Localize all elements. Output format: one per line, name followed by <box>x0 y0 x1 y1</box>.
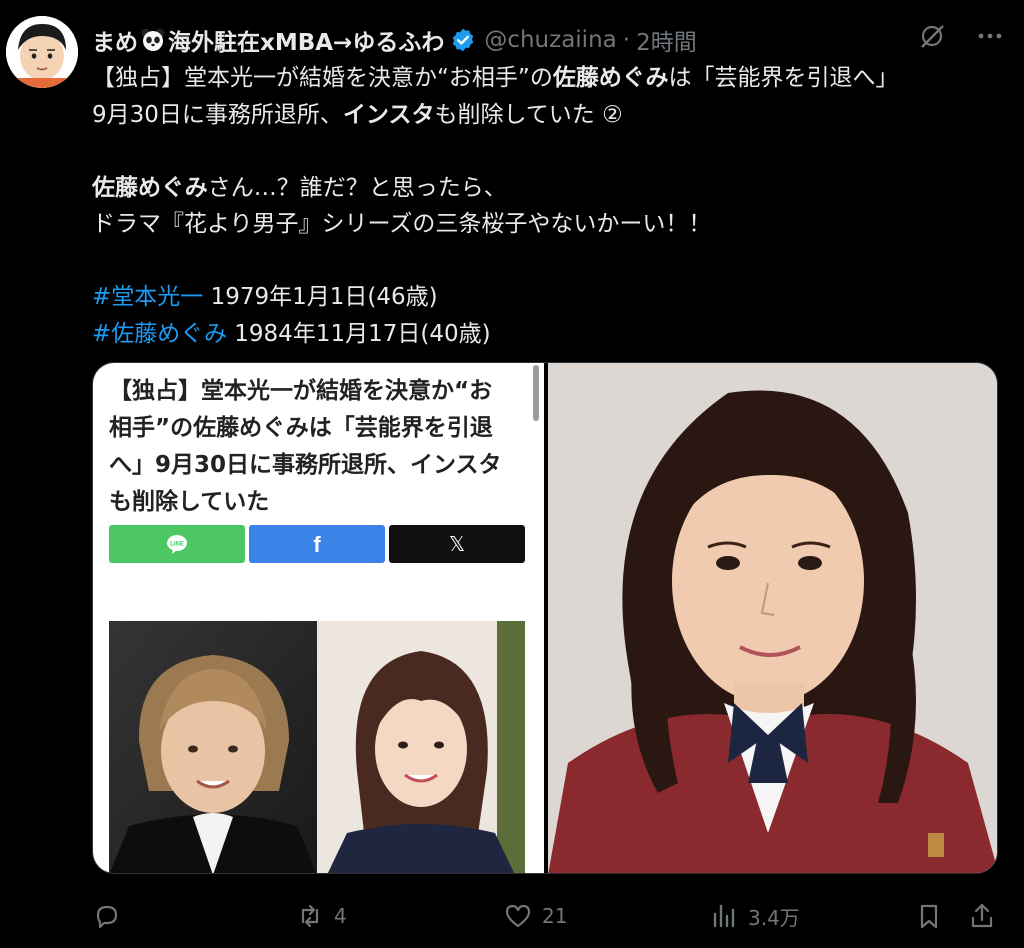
like-count: 21 <box>542 904 568 928</box>
text-segment: 【独占】堂本光一が結婚を決意か“お相手”の <box>92 65 553 91</box>
author-handle[interactable]: @chuzaiina <box>484 27 616 53</box>
tweet-header: まめ 海外駐在xMBA→ゆるふわ @chuzaiina · 2時間 <box>92 20 1004 60</box>
man-photo <box>109 621 317 873</box>
views-button[interactable]: 3.4万 <box>710 896 800 936</box>
author-name-part1[interactable]: まめ <box>92 23 138 57</box>
author-name-part2[interactable]: 海外駐在xMBA→ゆるふわ <box>168 23 444 57</box>
hashtag-link[interactable]: #佐藤めぐみ <box>92 321 227 347</box>
article-screenshot-image[interactable]: 【独占】堂本光一が結婚を決意か“お相手”の佐藤めぐみは「芸能界を引退へ」9月30… <box>93 363 544 873</box>
tweet-text-line: 9月30日に事務所退所、インスタも削除していた ② <box>92 97 1012 134</box>
tweet-actions: 4 21 3.4万 <box>92 896 1012 936</box>
tweet-text-line: 【独占】堂本光一が結婚を決意か“お相手”の佐藤めぐみは「芸能界を引退へ」 <box>92 60 1012 97</box>
repost-button[interactable]: 4 <box>296 896 347 936</box>
repost-icon <box>301 904 319 928</box>
woman-photo <box>317 621 525 873</box>
bookmark-button[interactable] <box>915 896 943 936</box>
view-count: 3.4万 <box>748 905 800 930</box>
actress-portrait-image[interactable] <box>548 363 997 873</box>
scrollbar <box>533 365 539 421</box>
share-button[interactable] <box>968 896 996 936</box>
views-icon <box>713 904 735 928</box>
line-share-button: LINE <box>109 525 245 563</box>
x-share-button: 𝕏 <box>389 525 525 563</box>
text-segment: 1979年1月1日(46歳) <box>203 284 438 310</box>
tweet-text-line: 佐藤めぐみさん…？誰だ？と思ったら、 <box>92 170 1012 207</box>
tweet-text-line: #佐藤めぐみ 1984年11月17日(40歳) <box>92 316 1012 353</box>
article-title: 【独占】堂本光一が結婚を決意か“お相手”の佐藤めぐみは「芸能界を引退へ」9月30… <box>109 378 502 515</box>
share-icon <box>971 903 993 928</box>
repost-count: 4 <box>334 904 347 928</box>
author-avatar[interactable] <box>6 16 78 88</box>
tweet-text-line: ドラマ『花より男子』シリーズの三条桜子やないかーい！！ <box>92 206 1012 243</box>
facebook-share-button: f <box>249 525 385 563</box>
bookmark-icon <box>920 904 938 929</box>
line-label: LINE <box>170 542 184 548</box>
like-button[interactable]: 21 <box>504 896 567 936</box>
tweet-time[interactable]: 2時間 <box>636 23 697 57</box>
x-logo-icon: 𝕏 <box>449 532 465 556</box>
panda-emoji-icon <box>141 28 165 51</box>
text-segment: も削除していた ② <box>434 101 623 128</box>
bold-text: インスタ <box>342 101 435 128</box>
text-segment: ドラマ『花より男子』シリーズの三条桜子やないかーい！！ <box>92 211 712 237</box>
x-label: 𝕏 <box>449 532 465 556</box>
separator-dot: · <box>622 27 631 53</box>
text-segment: さん…？誰だ？と思ったら、 <box>207 174 507 201</box>
facebook-icon: f <box>313 532 321 556</box>
author-name[interactable]: まめ 海外駐在xMBA→ゆるふわ <box>92 23 476 57</box>
text-segment: 1984年11月17日(40歳) <box>226 320 491 347</box>
verified-badge-icon <box>453 28 474 52</box>
like-icon <box>505 904 531 928</box>
bold-text: 佐藤めぐみ <box>92 174 208 201</box>
text-segment: 9月30日に事務所退所、 <box>92 101 343 128</box>
tweet-text: 【独占】堂本光一が結婚を決意か“お相手”の佐藤めぐみは「芸能界を引退へ」 9月30… <box>92 60 1012 352</box>
hashtag-link[interactable]: #堂本光一 <box>92 284 203 310</box>
line-icon: LINE <box>167 535 187 554</box>
bold-text: 佐藤めぐみ <box>552 65 669 91</box>
more-icon[interactable] <box>976 22 1004 50</box>
tweet-text-line: #堂本光一 1979年1月1日(46歳) <box>92 279 1012 316</box>
reply-button[interactable] <box>92 896 130 936</box>
share-buttons: LINE f 𝕏 <box>109 525 525 563</box>
tweet-media[interactable]: 【独占】堂本光一が結婚を決意か“お相手”の佐藤めぐみは「芸能界を引退へ」9月30… <box>92 362 998 874</box>
reply-icon <box>96 905 118 929</box>
text-segment: は「芸能界を引退へ」 <box>668 65 899 91</box>
grok-icon[interactable] <box>918 22 946 50</box>
facebook-label: f <box>313 532 321 556</box>
